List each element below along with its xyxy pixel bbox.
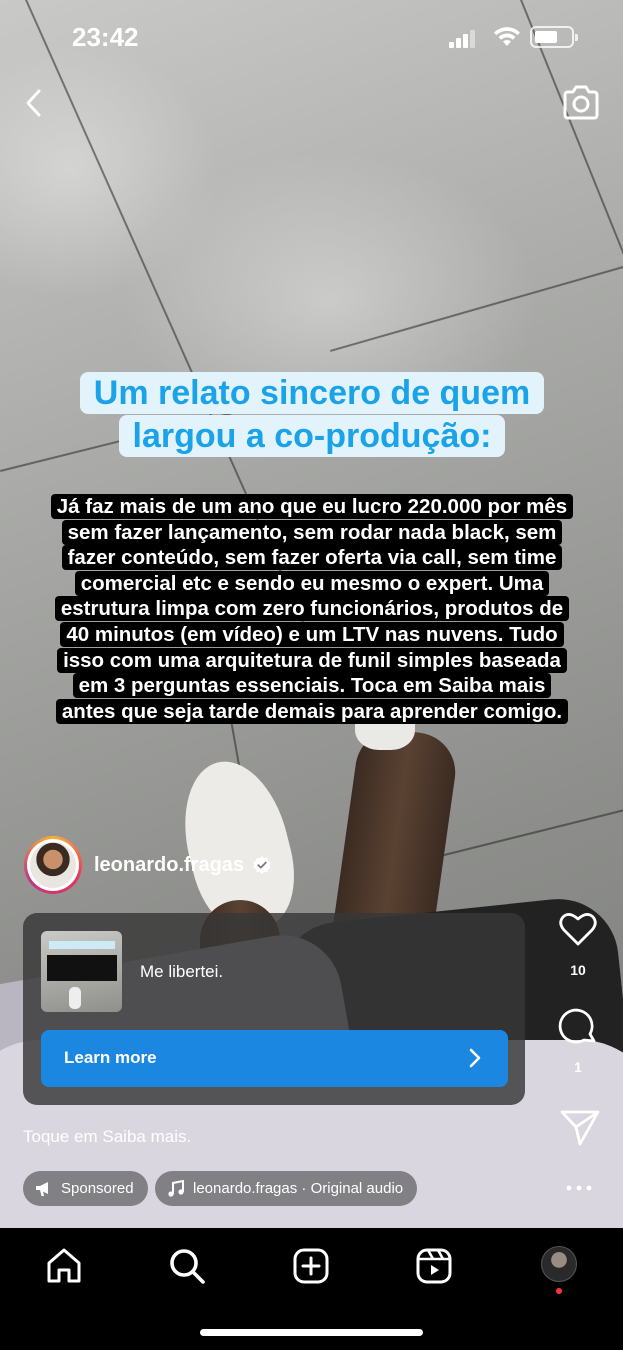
- body-line: em 3 perguntas essenciais. Toca em Saiba…: [72, 673, 552, 699]
- sponsored-pill[interactable]: Sponsored: [23, 1171, 148, 1206]
- headline-line: largou a co-produção:: [118, 415, 506, 457]
- wifi-icon: [494, 27, 520, 46]
- more-dots-icon[interactable]: [564, 1176, 594, 1200]
- body-line: 40 minutos (em vídeo) e um LTV nas nuven…: [60, 621, 564, 647]
- search-icon[interactable]: [167, 1246, 207, 1286]
- reels-icon[interactable]: [414, 1246, 454, 1286]
- back-chevron-icon[interactable]: [18, 86, 52, 120]
- avatar[interactable]: [24, 836, 82, 894]
- body-line: fazer conteúdo, sem fazer oferta via cal…: [61, 545, 563, 571]
- body-line: antes que seja tarde demais para aprende…: [55, 698, 569, 724]
- verified-badge-icon: [253, 856, 271, 874]
- camera-icon[interactable]: [561, 84, 601, 122]
- home-indicator: [200, 1329, 423, 1336]
- body-line: sem fazer lançamento, sem rodar nada bla…: [61, 519, 563, 545]
- audio-label: leonardo.fragas · Original audio: [193, 1180, 404, 1197]
- music-note-icon: [168, 1179, 184, 1197]
- home-icon[interactable]: [44, 1246, 84, 1286]
- status-bar: 23:42: [0, 0, 623, 80]
- megaphone-icon: [36, 1181, 48, 1196]
- body-line: Já faz mais de um ano que eu lucro 220.0…: [50, 494, 574, 519]
- share-send-icon[interactable]: [558, 1106, 602, 1150]
- body-line: comercial etc e sendo eu mesmo o expert.…: [74, 570, 550, 596]
- account-username[interactable]: leonardo.fragas: [94, 854, 244, 877]
- story-headline: Um relato sincero de quem largou a co-pr…: [55, 372, 569, 458]
- ad-card[interactable]: Me libertei. Learn more: [23, 913, 525, 1105]
- chevron-right-icon: [469, 1048, 481, 1068]
- create-plus-icon[interactable]: [291, 1246, 331, 1286]
- headline-line: Um relato sincero de quem: [79, 372, 545, 414]
- learn-more-button[interactable]: Learn more: [41, 1030, 508, 1087]
- comment-count: 1: [574, 1059, 582, 1075]
- body-line: isso com uma arquitetura de funil simple…: [57, 647, 567, 673]
- like-count: 10: [570, 962, 586, 978]
- story-body-text: Já faz mais de um ano que eu lucro 220.0…: [36, 494, 588, 724]
- ad-caption: Me libertei.: [140, 962, 224, 981]
- original-audio-pill[interactable]: leonardo.fragas · Original audio: [155, 1171, 418, 1206]
- account-row[interactable]: leonardo.fragas: [24, 836, 272, 894]
- ad-thumbnail[interactable]: [41, 931, 122, 1012]
- cellular-signal-icon: [449, 30, 477, 48]
- sponsored-label: Sponsored: [61, 1180, 134, 1197]
- status-time: 23:42: [72, 22, 139, 52]
- comment-icon[interactable]: [556, 1005, 600, 1049]
- profile-nav-avatar[interactable]: [541, 1246, 577, 1282]
- heart-icon[interactable]: [556, 906, 600, 950]
- learn-more-label: Learn more: [64, 1048, 157, 1067]
- notification-dot: [556, 1288, 562, 1294]
- story-tagline: Toque em Saiba mais.: [23, 1127, 192, 1146]
- body-line: estrutura limpa com zero funcionários, p…: [54, 596, 570, 622]
- battery-icon: [530, 26, 578, 48]
